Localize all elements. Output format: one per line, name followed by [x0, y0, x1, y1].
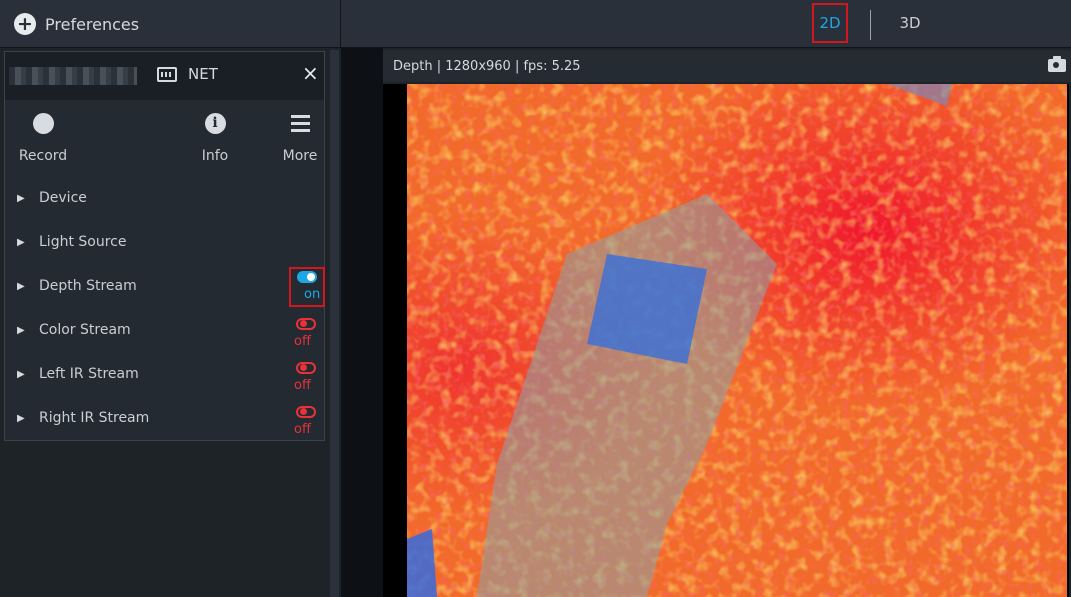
viewer-title-bar: Depth | 1280x960 | fps: 5.25	[383, 50, 1071, 82]
stream-title: Depth | 1280x960 | fps: 5.25	[393, 59, 581, 74]
section-device[interactable]: ▶ Device	[17, 182, 317, 214]
toggle-switch-icon	[296, 318, 316, 330]
device-panel: NET × Record i Info More ▶ Device ▶ Ligh…	[4, 51, 325, 441]
tab-3d[interactable]: 3D	[892, 3, 928, 43]
record-button[interactable]: Record	[13, 110, 73, 164]
toggle-state: on	[304, 287, 321, 302]
left-ir-stream-toggle[interactable]: off	[290, 360, 326, 398]
color-stream-toggle[interactable]: off	[290, 316, 326, 354]
section-light-source[interactable]: ▶ Light Source	[17, 226, 317, 258]
network-icon	[157, 67, 177, 82]
tab-divider	[870, 10, 871, 40]
connection-label: NET	[188, 65, 218, 83]
expand-triangle-icon: ▶	[17, 236, 25, 248]
depth-canvas[interactable]	[383, 84, 1069, 597]
section-label: Right IR Stream	[39, 410, 150, 426]
viewer-gutter	[341, 48, 383, 597]
stream-viewer: Depth | 1280x960 | fps: 5.25	[341, 48, 1071, 597]
toggle-state: off	[294, 378, 311, 393]
camera-icon[interactable]	[1048, 56, 1066, 72]
close-icon[interactable]: ×	[302, 61, 319, 85]
record-dot-icon	[32, 112, 54, 134]
hamburger-menu-icon	[290, 114, 310, 132]
toggle-switch-icon	[296, 362, 316, 374]
device-name-blurred	[9, 67, 137, 85]
section-right-ir-stream[interactable]: ▶ Right IR Stream	[17, 402, 317, 434]
section-label: Left IR Stream	[39, 366, 139, 382]
section-label: Depth Stream	[39, 278, 137, 294]
expand-triangle-icon: ▶	[17, 192, 25, 204]
plus-icon: +	[14, 13, 36, 35]
expand-triangle-icon: ▶	[17, 324, 25, 336]
sidebar-scrollbar[interactable]	[330, 50, 339, 597]
toggle-switch-icon	[297, 271, 317, 283]
section-left-ir-stream[interactable]: ▶ Left IR Stream	[17, 358, 317, 390]
right-ir-stream-toggle[interactable]: off	[290, 404, 326, 442]
section-label: Light Source	[39, 234, 127, 250]
section-label: Device	[39, 190, 87, 206]
expand-triangle-icon: ▶	[17, 368, 25, 380]
info-circle-icon: i	[204, 112, 226, 134]
toggle-state: off	[294, 422, 311, 437]
expand-triangle-icon: ▶	[17, 412, 25, 424]
section-label: Color Stream	[39, 322, 131, 338]
preferences-label: Preferences	[45, 14, 140, 34]
top-bar: + Preferences 2D 3D	[0, 0, 1071, 48]
section-depth-stream[interactable]: ▶ Depth Stream	[17, 270, 317, 302]
expand-triangle-icon: ▶	[17, 280, 25, 292]
more-button[interactable]: More	[270, 110, 330, 164]
info-button[interactable]: i Info	[185, 110, 245, 164]
record-label: Record	[18, 148, 68, 164]
depth-stream-toggle[interactable]: on	[289, 267, 325, 307]
more-label: More	[282, 148, 318, 164]
toggle-state: off	[294, 334, 311, 349]
device-header: NET ×	[5, 52, 324, 100]
info-label: Info	[201, 148, 229, 164]
toggle-switch-icon	[296, 406, 316, 418]
depth-image	[407, 84, 1067, 597]
tab-2d[interactable]: 2D	[812, 3, 848, 43]
section-color-stream[interactable]: ▶ Color Stream	[17, 314, 317, 346]
preferences-button[interactable]: + Preferences	[0, 0, 341, 48]
